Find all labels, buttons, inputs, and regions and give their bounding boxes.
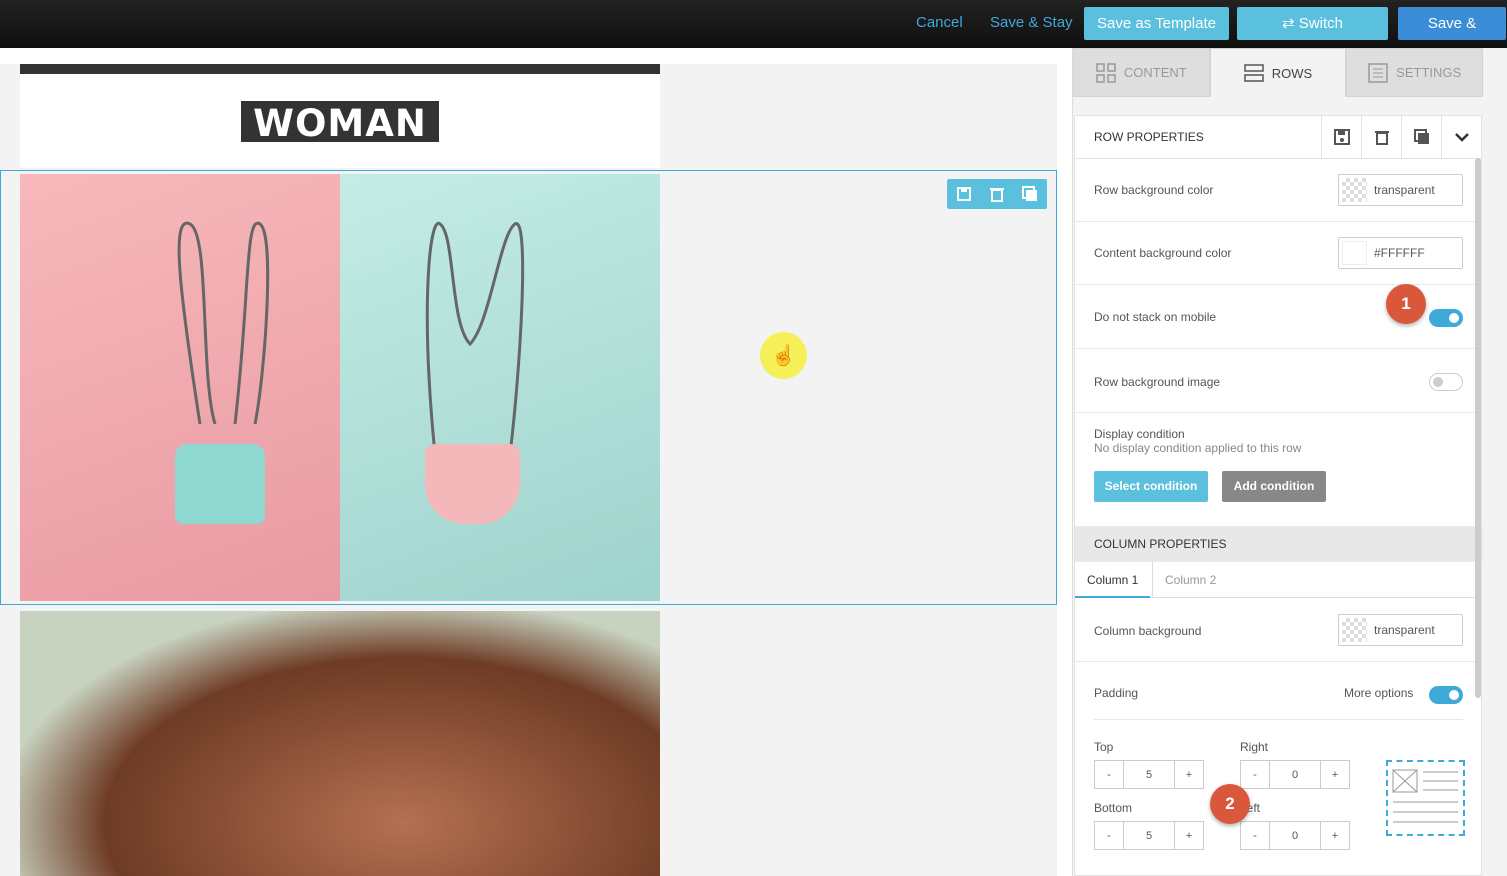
save-as-template-button[interactable]: Save as Template <box>1084 7 1229 40</box>
switch-arrows-icon: ⇄ <box>1282 15 1295 32</box>
padding-setting: Padding More options <box>1094 662 1463 720</box>
padding-left-minus[interactable]: - <box>1241 822 1269 849</box>
trash-icon[interactable] <box>1361 115 1401 159</box>
save-row-icon[interactable] <box>947 179 980 209</box>
settings-list-icon <box>1368 62 1388 83</box>
padding-top-value[interactable]: 5 <box>1123 761 1175 788</box>
cursor-highlight: ☝ <box>760 332 807 379</box>
email-stage: WOMAN ☝ <box>0 64 1057 876</box>
display-condition-setting: Display condition No display condition a… <box>1075 413 1475 526</box>
grid-icon <box>1096 62 1116 83</box>
switch-template-button[interactable]: ⇄ Switch Template <box>1237 7 1388 65</box>
row-bg-color-setting: Row background color transparent <box>1075 159 1475 222</box>
padding-left-plus[interactable]: + <box>1321 822 1349 849</box>
editor-canvas: WOMAN ☝ <box>0 48 1072 876</box>
properties-sidebar: CONTENT ROWS SETTINGS ROW PROPERTIES Row… <box>1072 48 1507 876</box>
padding-right-stepper[interactable]: - 0 + <box>1240 760 1350 789</box>
row-bg-color-field[interactable]: transparent <box>1338 174 1463 206</box>
padding-right-value[interactable]: 0 <box>1269 761 1321 788</box>
header-top-bar <box>20 64 660 74</box>
padding-top-plus[interactable]: + <box>1175 761 1203 788</box>
column-bg-setting: Column background transparent <box>1075 598 1475 662</box>
padding-right-plus[interactable]: + <box>1321 761 1349 788</box>
row-properties-panel: ROW PROPERTIES Row background color tran… <box>1074 115 1483 876</box>
column-bg-label: Column background <box>1094 624 1202 638</box>
column-properties-header: COLUMN PROPERTIES <box>1075 526 1483 562</box>
tab-settings[interactable]: SETTINGS <box>1346 48 1484 97</box>
content-bg-value: #FFFFFF <box>1374 246 1425 260</box>
row-bg-image-label: Row background image <box>1094 375 1221 389</box>
display-condition-label: Display condition <box>1094 427 1185 441</box>
duplicate-icon[interactable] <box>1401 115 1441 159</box>
tab-settings-label: SETTINGS <box>1396 65 1462 80</box>
padding-bottom-value[interactable]: 5 <box>1123 822 1175 849</box>
more-options-toggle[interactable] <box>1429 686 1463 704</box>
step-badge-1: 1 <box>1386 284 1426 324</box>
hand-cursor-icon: ☝ <box>771 345 796 367</box>
padding-left-stepper[interactable]: - 0 + <box>1240 821 1350 850</box>
display-condition-note: No display condition applied to this row <box>1094 441 1302 455</box>
row-properties-header: ROW PROPERTIES <box>1075 115 1481 159</box>
white-swatch <box>1342 241 1367 265</box>
select-condition-button[interactable]: Select condition <box>1094 471 1208 502</box>
padding-bottom-stepper[interactable]: - 5 + <box>1094 821 1204 850</box>
no-stack-label: Do not stack on mobile <box>1094 310 1217 324</box>
image-woman-hair[interactable] <box>20 611 660 876</box>
row-bg-value: transparent <box>1374 183 1435 197</box>
padding-preview <box>1386 760 1465 836</box>
chevron-down-icon[interactable] <box>1441 115 1481 159</box>
content-bg-label: Content background color <box>1094 246 1232 260</box>
save-close-button[interactable]: Save & Close <box>1398 7 1506 65</box>
sidebar-tabs: CONTENT ROWS SETTINGS <box>1073 48 1484 97</box>
tab-column-2[interactable]: Column 2 <box>1152 562 1228 598</box>
top-toolbar: Cancel Save & Stay Save as Template ⇄ Sw… <box>0 0 1507 65</box>
tab-column-1[interactable]: Column 1 <box>1075 562 1151 598</box>
content-bg-color-field[interactable]: #FFFFFF <box>1338 237 1463 269</box>
row-bg-label: Row background color <box>1094 183 1214 197</box>
padding-bottom-label: Bottom <box>1094 801 1133 815</box>
rows-icon <box>1244 64 1264 82</box>
padding-bottom-plus[interactable]: + <box>1175 822 1203 849</box>
tab-content-label: CONTENT <box>1123 65 1187 80</box>
row-bg-image-toggle[interactable] <box>1429 373 1463 391</box>
duplicate-row-icon[interactable] <box>1014 179 1047 209</box>
step-badge-2: 2 <box>1210 784 1250 824</box>
woman-logo: WOMAN <box>241 101 439 145</box>
padding-top-stepper[interactable]: - 5 + <box>1094 760 1204 789</box>
selected-row-outline[interactable] <box>0 170 1057 605</box>
column-tabs: Column 1 Column 2 <box>1075 562 1475 598</box>
sidebar-scrollbar[interactable] <box>1475 158 1481 698</box>
padding-bottom-minus[interactable]: - <box>1095 822 1123 849</box>
padding-top-label: Top <box>1094 740 1114 754</box>
column-bg-field[interactable]: transparent <box>1338 614 1463 646</box>
save-icon[interactable] <box>1321 115 1361 159</box>
column-transparent-swatch <box>1342 618 1367 642</box>
cancel-link[interactable]: Cancel <box>916 14 963 31</box>
padding-right-minus[interactable]: - <box>1241 761 1269 788</box>
delete-row-icon[interactable] <box>980 179 1013 209</box>
content-bg-color-setting: Content background color #FFFFFF <box>1075 222 1475 285</box>
row-toolbar <box>947 179 1047 209</box>
save-stay-link[interactable]: Save & Stay <box>990 14 1073 31</box>
tab-rows[interactable]: ROWS <box>1209 48 1347 97</box>
padding-right-label: Right <box>1240 740 1269 754</box>
row-properties-title: ROW PROPERTIES <box>1094 130 1204 144</box>
transparent-swatch <box>1342 178 1367 202</box>
header-row[interactable]: WOMAN <box>20 64 660 168</box>
padding-left-value[interactable]: 0 <box>1269 822 1321 849</box>
padding-preview-icon <box>1392 769 1458 823</box>
padding-label: Padding <box>1094 686 1139 700</box>
row-bg-image-setting: Row background image <box>1075 349 1475 413</box>
more-options-label: More options <box>1344 686 1414 700</box>
tab-rows-label: ROWS <box>1271 65 1313 81</box>
padding-top-minus[interactable]: - <box>1095 761 1123 788</box>
add-condition-button[interactable]: Add condition <box>1222 471 1326 502</box>
no-stack-toggle[interactable] <box>1429 309 1463 327</box>
tab-content[interactable]: CONTENT <box>1073 48 1210 97</box>
column-bg-value: transparent <box>1374 623 1435 637</box>
logo-text: WOMAN <box>253 102 427 145</box>
